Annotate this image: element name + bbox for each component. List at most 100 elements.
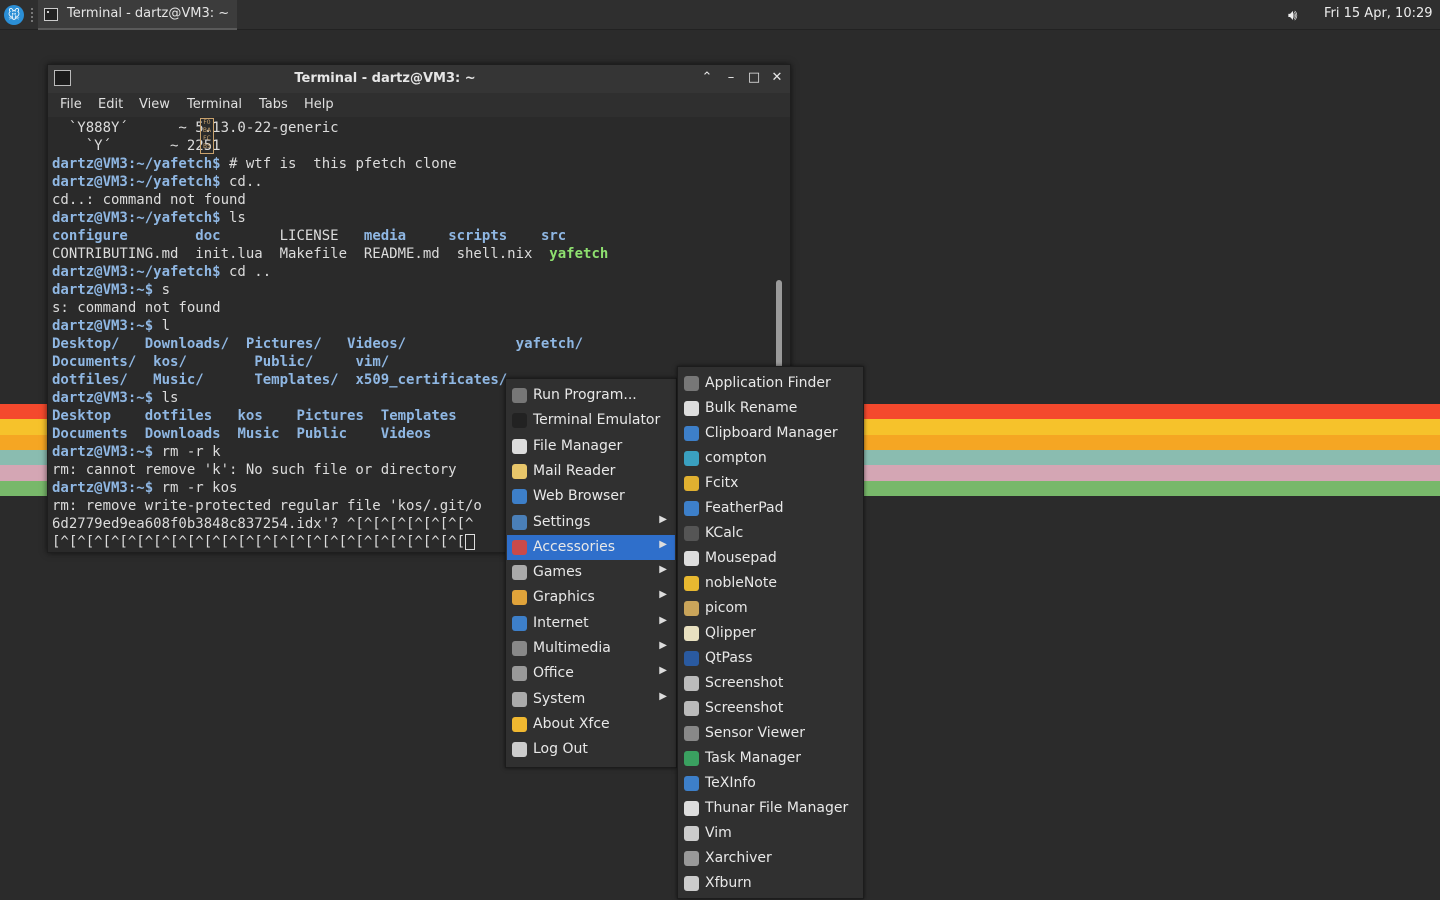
menu-item-label: Sensor Viewer: [705, 725, 806, 741]
volume-icon[interactable]: 🔊︎: [1288, 6, 1297, 24]
menu-help[interactable]: Help: [304, 97, 334, 112]
menu-item-terminal-emulator[interactable]: Terminal Emulator: [507, 408, 675, 433]
terminal-icon: [44, 8, 58, 21]
taskbar-terminal-button[interactable]: Terminal - dartz@VM3: ~: [38, 0, 237, 30]
menu-tabs[interactable]: Tabs: [259, 97, 288, 112]
menu-item-label: Multimedia: [533, 640, 611, 656]
directory-entry: Music: [237, 426, 280, 442]
settings-icon: [512, 514, 527, 530]
mail-icon: [512, 463, 527, 479]
menu-item-office[interactable]: Office ▶: [507, 661, 675, 686]
accessories-item-noblenote[interactable]: nobleNote: [679, 571, 862, 596]
menu-item-run-program[interactable]: Run Program...: [507, 383, 675, 408]
accessories-item-fcitx[interactable]: Fcitx: [679, 471, 862, 496]
accessories-item-sensor-viewer[interactable]: Sensor Viewer: [679, 721, 862, 746]
terminal-line: dartz@VM3:~$ l: [52, 317, 772, 335]
submenu-arrow-icon: ▶: [659, 614, 667, 626]
menu-item-games[interactable]: Games ▶: [507, 560, 675, 585]
menu-item-about-xfce[interactable]: About Xfce: [507, 712, 675, 737]
accessories-item-clipboard-manager[interactable]: Clipboard Manager: [679, 421, 862, 446]
terminal-prompt: dartz@VM3:~/yafetch$: [52, 264, 221, 280]
directory-entry: Downloads/: [144, 336, 230, 352]
directory-entry: Templates/: [254, 372, 339, 388]
text-editor-icon: [684, 551, 699, 566]
terminal-titlebar[interactable]: Terminal - dartz@VM3: ~ ⌃ – □ ✕: [48, 65, 790, 93]
accessories-item-texinfo[interactable]: TeXInfo: [679, 771, 862, 796]
search-icon: [684, 376, 699, 391]
accessories-item-bulk-rename[interactable]: Bulk Rename: [679, 396, 862, 421]
accessories-item-compton[interactable]: compton: [679, 446, 862, 471]
menu-item-label: Run Program...: [533, 387, 637, 403]
terminal-text: rm: cannot remove 'k': No such file or d…: [52, 462, 457, 478]
sensor-icon: [684, 726, 699, 741]
directory-entry: Desktop: [52, 408, 112, 424]
menu-file[interactable]: File: [60, 97, 82, 112]
accessories-item-xfburn[interactable]: Xfburn: [679, 871, 862, 896]
terminal-menubar: File Edit View Terminal Tabs Help: [48, 93, 790, 117]
shade-button[interactable]: ⌃: [698, 69, 716, 87]
terminal-scrollbar[interactable]: [776, 280, 782, 370]
taskbar-terminal-label: Terminal - dartz@VM3: ~: [67, 6, 230, 21]
terminal-prompt: dartz@VM3:~$: [52, 444, 154, 460]
accessories-item-task-manager[interactable]: Task Manager: [679, 746, 862, 771]
panel-clock[interactable]: Fri 15 Apr, 10:29: [1324, 6, 1433, 21]
accessories-item-screenshot[interactable]: Screenshot: [679, 696, 862, 721]
menu-edit[interactable]: Edit: [98, 97, 123, 112]
maximize-button[interactable]: □: [745, 69, 763, 87]
terminal-text: ls: [153, 390, 179, 406]
directory-entry: doc: [195, 228, 221, 244]
terminal-line: `Y´ ~ 2251: [52, 137, 772, 155]
terminal-text: rm: remove write-protected regular file …: [52, 498, 482, 514]
submenu-arrow-icon: ▶: [659, 513, 667, 525]
menu-item-settings[interactable]: Settings ▶: [507, 510, 675, 535]
accessories-item-qlipper[interactable]: Qlipper: [679, 621, 862, 646]
menu-item-label: Xarchiver: [705, 850, 772, 866]
menu-item-multimedia[interactable]: Multimedia ▶: [507, 636, 675, 661]
accessories-item-picom[interactable]: picom: [679, 596, 862, 621]
submenu-arrow-icon: ▶: [659, 538, 667, 550]
directory-entry: vim/: [355, 354, 390, 370]
menu-item-web-browser[interactable]: Web Browser: [507, 484, 675, 509]
menu-view[interactable]: View: [139, 97, 170, 112]
accessories-item-qtpass[interactable]: QtPass: [679, 646, 862, 671]
menu-item-label: Fcitx: [705, 475, 739, 491]
menu-item-system[interactable]: System ▶: [507, 687, 675, 712]
accessories-item-kcalc[interactable]: KCalc: [679, 521, 862, 546]
directory-entry: kos: [237, 408, 263, 424]
menu-item-label: TeXInfo: [705, 775, 756, 791]
terminal-text: LICENSE: [220, 228, 364, 244]
internet-icon: [512, 615, 527, 631]
task-manager-icon: [684, 751, 699, 766]
terminal-prompt: dartz@VM3:~$: [52, 480, 154, 496]
menu-item-log-out[interactable]: Log Out: [507, 737, 675, 762]
accessories-item-vim[interactable]: Vim: [679, 821, 862, 846]
applications-menu: Run Program... Terminal Emulator File Mana…: [505, 378, 677, 768]
accessories-item-mousepad[interactable]: Mousepad: [679, 546, 862, 571]
menu-item-accessories[interactable]: Accessories ▶: [507, 534, 675, 560]
terminal-text: l: [153, 318, 171, 334]
submenu-arrow-icon: ▶: [659, 665, 667, 677]
menu-item-internet[interactable]: Internet ▶: [507, 611, 675, 636]
xfce-menu-icon[interactable]: 🐭: [4, 5, 24, 25]
menu-terminal[interactable]: Terminal: [187, 97, 242, 112]
minimize-button[interactable]: –: [722, 69, 740, 87]
directory-entry: Downloads: [144, 426, 221, 442]
accessories-item-screenshot[interactable]: Screenshot: [679, 671, 862, 696]
menu-item-label: Screenshot: [705, 675, 784, 691]
accessories-item-thunar-file-manager[interactable]: Thunar File Manager: [679, 796, 862, 821]
accessories-item-xarchiver[interactable]: Xarchiver: [679, 846, 862, 871]
folder-icon: [684, 401, 699, 416]
menu-item-file-manager[interactable]: File Manager: [507, 434, 675, 459]
accessories-item-featherpad[interactable]: FeatherPad: [679, 496, 862, 521]
terminal-line: Documents/ kos/ Public/ vim/: [52, 353, 772, 371]
close-button[interactable]: ✕: [768, 69, 786, 87]
menu-item-graphics[interactable]: Graphics ▶: [507, 585, 675, 610]
menu-item-mail-reader[interactable]: Mail Reader: [507, 459, 675, 484]
accessories-item-application-finder[interactable]: Application Finder: [679, 371, 862, 396]
